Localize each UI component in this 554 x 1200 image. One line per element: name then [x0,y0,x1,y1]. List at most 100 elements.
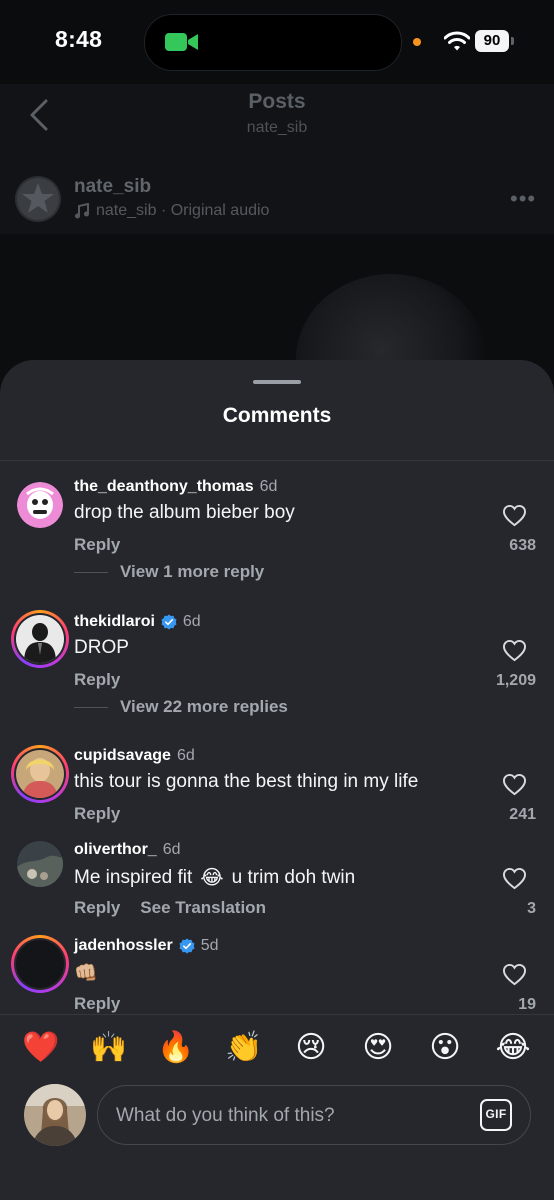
user-photo-avatar-icon [24,1084,86,1146]
heart-icon[interactable] [502,639,527,662]
verified-badge-icon [179,938,195,954]
tears-of-joy-emoji: 😂 [200,867,224,889]
reaction-raised-hands[interactable]: 🙌 [90,1031,128,1065]
suit-figure-avatar-icon [16,615,64,663]
like-count: 1,209 [495,672,536,689]
comment-header: oliverthor_ 6d [74,841,180,859]
commenter-avatar[interactable] [17,482,63,528]
reaction-heart-eyes[interactable]: 😍 [359,1031,397,1065]
reaction-crying[interactable]: 😢 [292,1031,330,1065]
commenter-avatar-story-ring[interactable] [11,610,69,668]
comment-actions: Reply [74,804,120,824]
reaction-heart[interactable]: ❤️ [22,1031,60,1065]
cartoon-face-avatar-icon [17,482,63,528]
sheet-drag-handle[interactable] [253,380,301,384]
comment-body: 👊🏼 [74,963,98,984]
dynamic-island [144,14,402,71]
view-more-replies[interactable]: View 22 more replies [74,697,288,717]
reaction-surprised[interactable]: 😮 [426,1031,464,1065]
facetime-camera-icon [165,33,198,51]
comment-body: DROP [74,637,129,658]
comment-text: 👊🏼 [74,961,98,985]
comment-body-start: Me inspired fit [74,866,193,888]
post-author-avatar[interactable] [15,176,61,222]
comment-actions: Reply See Translation [74,898,266,918]
commenter-avatar [16,940,64,988]
music-note-icon [75,203,89,219]
comment-text: DROP [74,637,129,659]
comment-age: 6d [259,478,278,495]
reply-button[interactable]: Reply [74,898,120,918]
comment-input[interactable] [114,1086,458,1146]
comment-text: Me inspired fit 😂 u trim doh twin [74,865,355,890]
reply-button[interactable]: Reply [74,535,120,555]
comment-username[interactable]: oliverthor_ [74,841,157,859]
reaction-fire[interactable]: 🔥 [157,1031,195,1065]
comment-body: drop the album bieber boy [74,502,295,523]
reaction-tears-of-joy[interactable]: 😂 [494,1031,532,1065]
wifi-icon [444,31,470,51]
heart-icon[interactable] [502,773,527,796]
comment-age: 5d [200,937,219,954]
reply-button[interactable]: Reply [74,804,120,824]
view-more-replies[interactable]: View 1 more reply [74,562,264,582]
page-title: Posts [248,90,306,113]
replies-line [74,706,108,708]
comment-username[interactable]: thekidlaroi [74,613,155,631]
replies-line [74,571,108,573]
comment-body-end: u trim doh twin [231,866,356,888]
comment-header: jadenhossler 5d [74,937,219,955]
sheet-title: Comments [222,404,332,427]
reaction-clap[interactable]: 👏 [225,1031,263,1065]
battery-indicator: 90 [475,30,514,52]
comment-actions: Reply [74,535,120,555]
reply-button[interactable]: Reply [74,994,120,1014]
comment-actions: Reply [74,670,120,690]
star-logo-icon [17,178,59,220]
comment-age: 6d [182,613,201,630]
current-user-avatar[interactable] [24,1084,86,1146]
verified-badge-icon [161,614,177,630]
status-time: 8:48 [55,26,103,52]
heart-icon[interactable] [502,867,527,890]
landscape-photo-avatar-icon [17,841,63,887]
comment-username[interactable]: cupidsavage [74,747,171,765]
comment-input-wrapper: GIF [97,1085,531,1146]
privacy-indicator-dot [413,38,421,46]
like-count: 19 [518,996,536,1013]
comment-username[interactable]: the_deanthony_thomas [74,478,254,496]
reply-button[interactable]: Reply [74,670,120,690]
commenter-avatar-story-ring[interactable] [11,745,69,803]
comment-text: this tour is gonna the best thing in my … [74,771,418,793]
comment-age: 6d [176,747,195,764]
commenter-avatar[interactable] [17,841,63,887]
post-audio[interactable]: nate_sib · Original audio [74,202,269,220]
emoji-reaction-bar: ❤️ 🙌 🔥 👏 😢 😍 😮 😂 [0,1014,554,1077]
commenter-avatar-story-ring[interactable] [11,935,69,993]
like-count: 3 [527,900,536,917]
post-audio-label: nate_sib · Original audio [96,202,270,219]
comment-age: 6d [162,841,181,858]
heart-icon[interactable] [502,504,527,527]
comment-header: cupidsavage 6d [74,747,195,765]
commenter-avatar [16,615,64,663]
comment-header: the_deanthony_thomas 6d [74,478,277,496]
comment-text: drop the album bieber boy [74,502,295,524]
status-bar: 8:48 90 [0,0,554,84]
comment-actions: Reply [74,994,120,1014]
comment-composer: GIF [0,1076,554,1200]
comment-header: thekidlaroi 6d [74,613,201,631]
comment-body: this tour is gonna the best thing in my … [74,771,419,792]
commenter-avatar [16,750,64,798]
like-count: 638 [509,537,536,554]
sheet-divider [0,460,554,461]
comment-username[interactable]: jadenhossler [74,937,173,955]
heart-icon[interactable] [502,963,527,986]
view-more-replies-label: View 1 more reply [120,562,265,581]
gif-button[interactable]: GIF [480,1099,512,1131]
more-options-icon[interactable]: ••• [510,186,536,212]
page-subtitle: nate_sib [246,119,308,136]
see-translation-button[interactable]: See Translation [140,898,266,918]
view-more-replies-label: View 22 more replies [120,697,288,716]
post-author-username[interactable]: nate_sib [74,176,151,198]
